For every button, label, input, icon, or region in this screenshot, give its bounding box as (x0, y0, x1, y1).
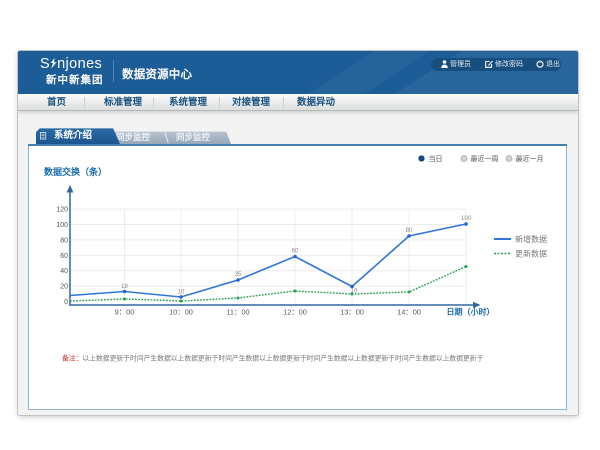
svg-text:100: 100 (461, 216, 472, 222)
svg-text:日期（小时）: 日期（小时） (447, 307, 495, 317)
svg-text:80: 80 (60, 237, 68, 244)
svg-text:20: 20 (60, 284, 68, 291)
svg-text:18: 18 (121, 284, 128, 290)
svg-text:11：00: 11：00 (226, 308, 249, 317)
svg-text:当日: 当日 (429, 154, 443, 163)
svg-text:新增数据: 新增数据 (515, 234, 547, 244)
svg-text:备注：以上数据更新于时间产生数据以上数据更新于时间产生数据以: 备注：以上数据更新于时间产生数据以上数据更新于时间产生数据以上数据更新于时间产生… (62, 354, 484, 363)
svg-text:100: 100 (56, 222, 68, 229)
svg-text:更新数据: 更新数据 (515, 249, 547, 259)
svg-text:10：00: 10：00 (169, 308, 193, 317)
svg-text:10: 10 (178, 290, 185, 296)
svg-text:60: 60 (60, 253, 68, 260)
svg-text:14：00: 14：00 (397, 308, 421, 317)
svg-text:12：00: 12：00 (283, 308, 307, 317)
svg-text:60: 60 (292, 249, 299, 255)
svg-text:9：00: 9：00 (115, 308, 135, 317)
svg-text:0: 0 (64, 299, 68, 306)
svg-text:数据交换（条）: 数据交换（条） (44, 166, 107, 177)
svg-text:10: 10 (351, 289, 358, 295)
svg-text:120: 120 (56, 207, 68, 214)
svg-text:35: 35 (235, 272, 242, 278)
svg-text:最近一周: 最近一周 (471, 154, 499, 163)
svg-text:40: 40 (60, 268, 68, 275)
svg-text:80: 80 (406, 228, 413, 234)
svg-text:13：00: 13：00 (340, 308, 364, 317)
svg-text:最近一月: 最近一月 (516, 154, 544, 163)
